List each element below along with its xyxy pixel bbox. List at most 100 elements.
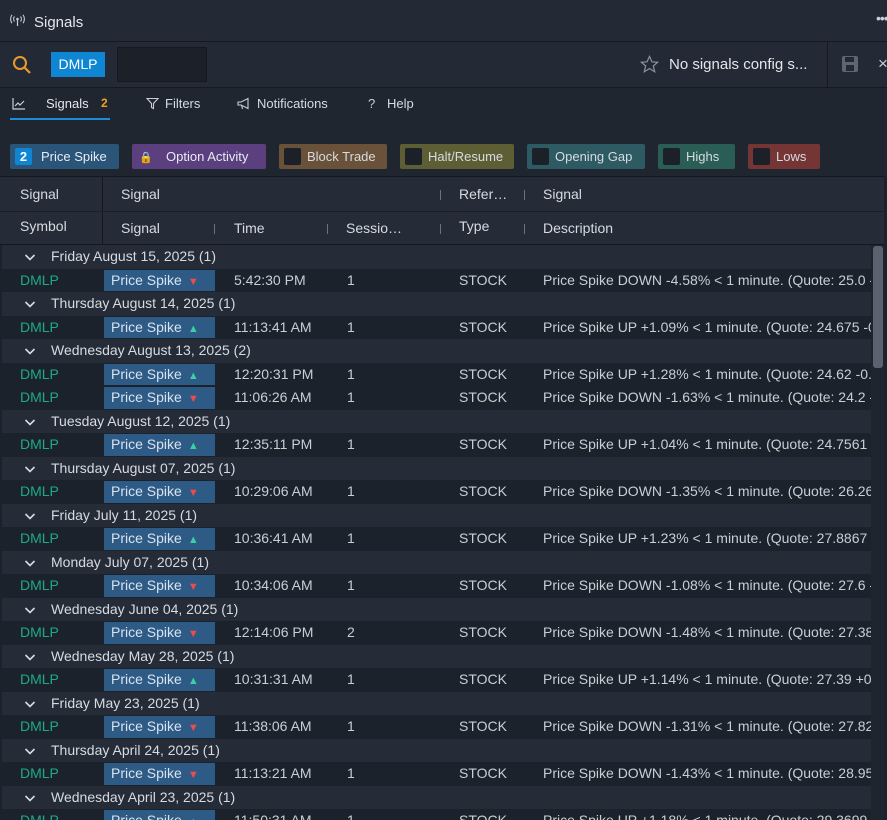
cell-symbol[interactable]: DMLP	[20, 363, 59, 387]
symbol-input[interactable]	[117, 47, 207, 82]
signal-label: Price Spike	[111, 577, 182, 593]
chip-checkbox[interactable]	[663, 148, 680, 165]
chip-highs[interactable]: Highs	[658, 144, 735, 169]
date-group-label: Wednesday May 28, 2025 (1)	[51, 647, 235, 664]
date-group-header[interactable]: Thursday August 07, 2025 (1)	[2, 456, 871, 480]
chevron-down-icon[interactable]	[24, 745, 36, 757]
chip-opening-gap[interactable]: Opening Gap	[527, 144, 645, 169]
save-icon[interactable]	[841, 55, 859, 73]
cell-symbol[interactable]: DMLP	[20, 621, 59, 645]
chevron-down-icon[interactable]	[24, 416, 36, 428]
column-resize-handle[interactable]	[440, 224, 441, 234]
cell-signal-badge: Price Spike ▼	[104, 481, 215, 503]
cell-symbol[interactable]: DMLP	[20, 574, 59, 598]
cell-signal-badge: Price Spike ▼	[104, 622, 215, 644]
cell-time: 11:13:21 AM	[234, 765, 312, 781]
cell-symbol[interactable]: DMLP	[20, 809, 59, 820]
cell-symbol[interactable]: DMLP	[20, 316, 59, 340]
star-icon[interactable]	[640, 55, 659, 74]
column-description[interactable]: Description	[543, 220, 613, 236]
symbol-chip[interactable]: DMLP	[51, 52, 105, 77]
chevron-down-icon[interactable]	[24, 298, 36, 310]
chevron-down-icon[interactable]	[24, 698, 36, 710]
date-group-header[interactable]: Friday August 15, 2025 (1)	[2, 245, 871, 269]
chip-option-activity[interactable]: 🔒 Option Activity	[132, 144, 266, 169]
cell-symbol[interactable]: DMLP	[20, 715, 59, 739]
cell-description: Price Spike DOWN -1.63% < 1 minute. (Quo…	[543, 389, 871, 405]
column-resize-handle[interactable]	[214, 224, 215, 234]
cell-symbol[interactable]: DMLP	[20, 762, 59, 786]
tab-help[interactable]: ? Help	[366, 94, 426, 116]
date-group-header[interactable]: Tuesday August 12, 2025 (1)	[2, 409, 871, 433]
date-group-header[interactable]: Friday May 23, 2025 (1)	[2, 691, 871, 715]
chip-checkbox[interactable]	[284, 148, 301, 165]
chevron-down-icon[interactable]	[24, 792, 36, 804]
close-icon[interactable]: ×	[878, 54, 887, 74]
table-row[interactable]: DMLP Price Spike ▼ 11:06:26 AM 1 STOCK Price S…	[2, 386, 871, 410]
scrollbar-thumb[interactable]	[873, 246, 883, 368]
table-row[interactable]: DMLP Price Spike ▲ 10:31:31 AM 1 STOCK Price S…	[2, 668, 871, 692]
table-row[interactable]: DMLP Price Spike ▼ 5:42:30 PM 1 STOCK Price Sp…	[2, 268, 871, 293]
table-row[interactable]: DMLP Price Spike ▼ 12:14:06 PM 2 STOCK Price S…	[2, 621, 871, 645]
table-row[interactable]: DMLP Price Spike ▲ 11:13:41 AM 1 STOCK Price S…	[2, 315, 871, 340]
chip-checkbox[interactable]	[532, 148, 549, 165]
tab-notifications[interactable]: Notifications	[236, 94, 346, 116]
tab-filters-label: Filters	[165, 96, 201, 111]
cell-session: 1	[347, 812, 355, 820]
chip-checkbox[interactable]	[405, 148, 422, 165]
table-row[interactable]: DMLP Price Spike ▼ 11:38:06 AM 1 STOCK Price S…	[2, 715, 871, 739]
cell-description: Price Spike UP +1.14% < 1 minute. (Quote…	[543, 671, 871, 687]
chip-block-trade[interactable]: Block Trade	[279, 144, 387, 169]
column-session[interactable]: Sessio…	[346, 220, 402, 236]
tab-signals[interactable]: Signals 2	[10, 94, 110, 120]
chip-lows[interactable]: Lows	[748, 144, 820, 169]
cell-description: Price Spike DOWN -1.48% < 1 minute. (Quo…	[543, 624, 871, 640]
table-row[interactable]: DMLP Price Spike ▼ 10:34:06 AM 1 STOCK Price S…	[2, 574, 871, 598]
chip-price-spike[interactable]: 2 Price Spike	[10, 144, 119, 169]
chevron-down-icon[interactable]	[24, 345, 36, 357]
table-row[interactable]: DMLP Price Spike ▲ 12:20:31 PM 1 STOCK Price S…	[2, 362, 871, 387]
chevron-down-icon[interactable]	[24, 463, 36, 475]
cell-symbol[interactable]: DMLP	[20, 386, 59, 410]
date-group-header[interactable]: Monday July 07, 2025 (1)	[2, 550, 871, 574]
chip-halt-resume[interactable]: Halt/Resume	[400, 144, 514, 169]
more-menu-icon[interactable]: •••	[876, 10, 887, 26]
cell-symbol[interactable]: DMLP	[20, 433, 59, 457]
chip-checkbox[interactable]	[753, 148, 770, 165]
cell-type: STOCK	[459, 577, 507, 593]
cell-time: 11:06:26 AM	[234, 389, 312, 405]
cell-symbol[interactable]: DMLP	[20, 480, 59, 504]
date-group-header[interactable]: Wednesday August 13, 2025 (2)	[2, 339, 871, 363]
column-time[interactable]: Time	[234, 220, 265, 236]
tab-filters[interactable]: Filters	[144, 94, 214, 116]
table-row[interactable]: DMLP Price Spike ▲ 10:36:41 AM 1 STOCK Price S…	[2, 527, 871, 551]
config-label[interactable]: No signals config s...	[669, 56, 807, 73]
table-row[interactable]: DMLP Price Spike ▲ 12:35:11 PM 1 STOCK Price S…	[2, 433, 871, 457]
chevron-down-icon[interactable]	[24, 604, 36, 616]
signal-label: Price Spike	[111, 271, 182, 288]
chevron-down-icon[interactable]	[24, 651, 36, 663]
cell-symbol[interactable]: DMLP	[20, 269, 59, 293]
date-group-header[interactable]: Wednesday April 23, 2025 (1)	[2, 785, 871, 809]
date-group-header[interactable]: Thursday April 24, 2025 (1)	[2, 738, 871, 762]
chevron-down-icon[interactable]	[24, 510, 36, 522]
chevron-down-icon[interactable]	[24, 251, 36, 263]
date-group-header[interactable]: Wednesday June 04, 2025 (1)	[2, 597, 871, 621]
cell-symbol[interactable]: DMLP	[20, 668, 59, 692]
table-row[interactable]: DMLP Price Spike ▼ 10:29:06 AM 1 STOCK Price S…	[2, 480, 871, 504]
column-type[interactable]: Type	[459, 218, 489, 234]
date-group-header[interactable]: Wednesday May 28, 2025 (1)	[2, 644, 871, 668]
date-group-header[interactable]: Thursday August 14, 2025 (1)	[2, 292, 871, 316]
cell-symbol[interactable]: DMLP	[20, 527, 59, 551]
column-resize-handle[interactable]	[524, 224, 525, 234]
signal-label: Price Spike	[111, 483, 182, 499]
column-signal[interactable]: Signal	[121, 220, 160, 236]
cell-time: 11:50:31 AM	[234, 812, 312, 820]
date-group-header[interactable]: Friday July 11, 2025 (1)	[2, 503, 871, 527]
table-row[interactable]: DMLP Price Spike ▲ 11:50:31 AM 1 STOCK Price S…	[2, 809, 871, 820]
column-resize-handle[interactable]	[327, 224, 328, 234]
search-icon[interactable]	[12, 55, 32, 75]
column-symbol[interactable]: Symbol	[20, 218, 67, 234]
chevron-down-icon[interactable]	[24, 557, 36, 569]
table-row[interactable]: DMLP Price Spike ▼ 11:13:21 AM 1 STOCK Price S…	[2, 762, 871, 786]
